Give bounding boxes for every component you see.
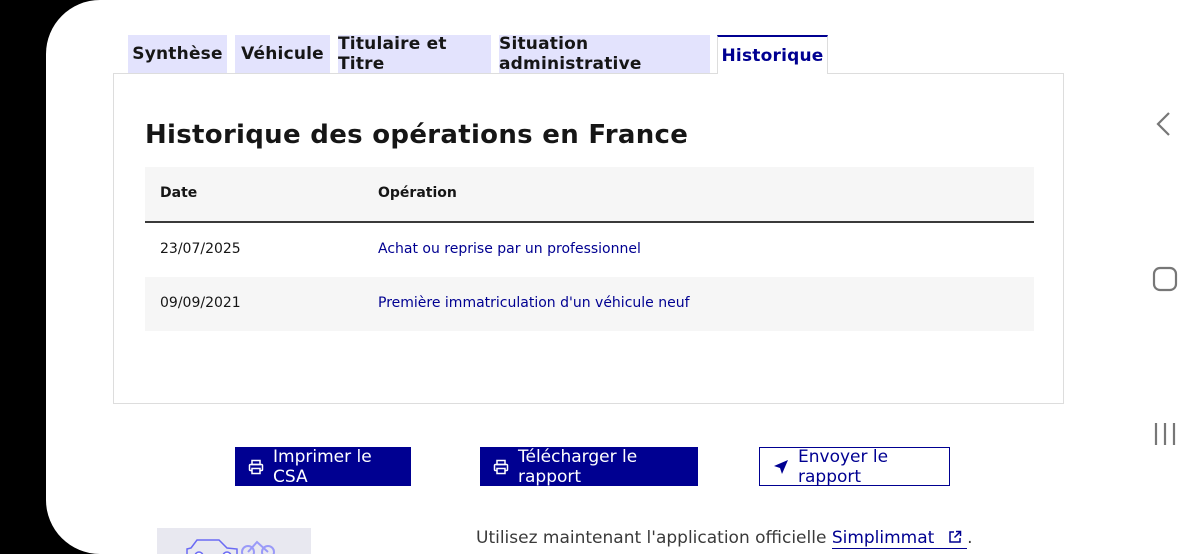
tab-situation-administrative[interactable]: Situation administrative [499,34,710,74]
vehicle-illustration [157,528,311,554]
external-link-icon [948,530,961,543]
promo-suffix: . [967,528,973,548]
history-panel: Historique des opérations en France Date… [113,73,1064,404]
tab-synthese[interactable]: Synthèse [128,35,227,73]
chevron-left-icon[interactable] [1154,111,1174,141]
home-square-icon[interactable] [1152,266,1178,296]
app-screen: Synthèse Véhicule Titulaire et Titre Sit… [46,0,1200,554]
table-row: 23/07/2025 Achat ou reprise par un profe… [145,223,1034,277]
history-table: Date Opération 23/07/2025 Achat ou repri… [145,167,1034,331]
table-row: 09/09/2021 Première immatriculation d'un… [145,277,1034,331]
send-report-label: Envoyer le rapport [798,446,889,487]
row-date: 23/07/2025 [160,241,241,257]
promo-text: Utilisez maintenant l'application offici… [476,528,827,548]
send-arrow-icon [773,459,789,475]
print-csa-button[interactable]: Imprimer le CSA [235,446,411,487]
row-operation: Première immatriculation d'un véhicule n… [378,295,690,311]
print-csa-label: Imprimer le CSA [273,446,372,487]
recents-bars-icon[interactable] [1152,421,1178,451]
tab-titulaire-titre[interactable]: Titulaire et Titre [338,34,491,74]
row-date: 09/09/2021 [160,295,241,311]
printer-icon [493,459,509,475]
table-header: Date Opération [145,167,1034,223]
download-report-button[interactable]: Télécharger le rapport [480,446,698,487]
send-report-button[interactable]: Envoyer le rapport [759,446,950,487]
app-promo: Utilisez maintenant l'application offici… [476,528,973,549]
simplimmat-link[interactable]: Simplimmat [831,528,968,549]
tab-historique[interactable]: Historique [717,35,828,74]
column-header-operation: Opération [378,185,457,201]
row-operation: Achat ou reprise par un professionnel [378,241,641,257]
printer-icon [248,459,264,475]
panel-title: Historique des opérations en France [145,120,689,150]
download-report-label: Télécharger le rapport [518,446,638,487]
device-frame: Synthèse Véhicule Titulaire et Titre Sit… [0,0,1200,554]
column-header-date: Date [160,185,198,201]
tab-vehicule[interactable]: Véhicule [235,35,330,73]
